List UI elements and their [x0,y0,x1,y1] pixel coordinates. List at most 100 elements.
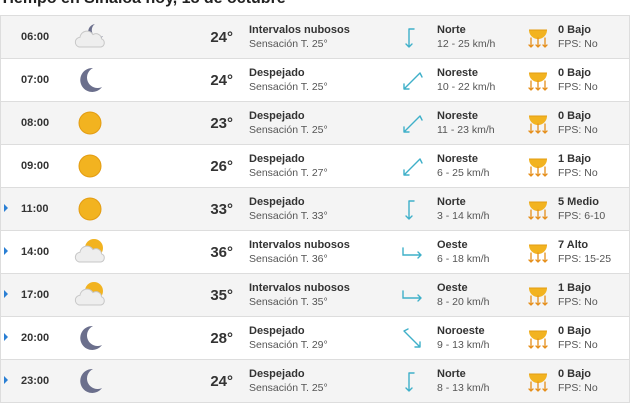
row-uv-index: 1 Bajo [558,282,592,294]
row-fps: FPS: No [558,81,598,93]
row-feels-like: Sensación T. 25° [249,38,328,50]
uv-index-icon [527,239,549,265]
row-temperature: 24° [210,373,233,390]
row-uv-index: 0 Bajo [558,325,592,337]
uv-index-icon [527,153,549,179]
expand-arrow-icon[interactable] [4,333,8,341]
expand-arrow-icon[interactable] [4,376,8,384]
row-temperature: 24° [210,72,233,89]
cloud-night-icon [73,22,107,52]
forecast-row-expandable[interactable]: 23:00 24° Despejado Sensación T. 25° Nort… [0,360,630,403]
uv-index-icon [527,196,549,222]
sun-cloud-icon [73,237,107,267]
row-fps: FPS: No [558,38,598,50]
row-wind-direction: Noroeste [437,325,485,337]
arrow-west-icon [399,283,425,309]
row-uv-index: 5 Medio [558,196,599,208]
page-title: Tiempo en Sinaloa hoy, 18 de octubre [0,0,286,8]
forecast-row: 06:00 24° Intervalos nubosos Sensación T.… [0,16,630,59]
row-condition: Despejado [249,153,305,165]
expand-arrow-icon[interactable] [4,247,8,255]
row-uv-index: 0 Bajo [558,67,592,79]
moon-icon [73,366,107,396]
row-condition: Despejado [249,110,305,122]
row-feels-like: Sensación T. 25° [249,81,328,93]
hourly-forecast-table: 06:00 24° Intervalos nubosos Sensación T.… [0,15,630,403]
row-temperature: 23° [210,115,233,132]
uv-index-icon [527,282,549,308]
row-time: 11:00 [21,203,49,215]
row-fps: FPS: No [558,124,598,136]
row-condition: Intervalos nubosos [249,282,350,294]
row-temperature: 35° [210,287,233,304]
uv-index-icon [527,24,549,50]
uv-index-icon [527,368,549,394]
row-wind-direction: Oeste [437,239,468,251]
row-feels-like: Sensación T. 29° [249,339,328,351]
row-condition: Despejado [249,325,305,337]
row-time: 14:00 [21,246,50,258]
row-fps: FPS: No [558,339,598,351]
row-wind-speed: 9 - 13 km/h [437,339,490,351]
row-time: 08:00 [21,117,50,129]
row-wind-direction: Norte [437,368,466,380]
row-feels-like: Sensación T. 33° [249,210,328,222]
row-feels-like: Sensación T. 36° [249,253,328,265]
forecast-row: 07:00 24° Despejado Sensación T. 25° Nore… [0,59,630,102]
row-feels-like: Sensación T. 27° [249,167,328,179]
row-fps: FPS: No [558,296,598,308]
row-wind-speed: 11 - 23 km/h [437,124,495,136]
row-temperature: 26° [210,158,233,175]
row-uv-index: 0 Bajo [558,110,592,122]
row-fps: FPS: No [558,167,598,179]
row-time: 07:00 [21,74,50,86]
forecast-row-expandable[interactable]: 14:00 36° Intervalos nubosos Sensación T.… [0,231,630,274]
arrow-northwest-icon [399,326,425,352]
row-wind-speed: 6 - 18 km/h [437,253,490,265]
uv-index-icon [527,67,549,93]
sun-icon [73,108,107,138]
sun-cloud-icon [73,280,107,310]
row-time: 20:00 [21,332,50,344]
row-time: 09:00 [21,160,50,172]
forecast-row-expandable[interactable]: 11:00 33° Despejado Sensación T. 33° Nort… [0,188,630,231]
row-temperature: 33° [210,201,233,218]
row-condition: Despejado [249,67,305,79]
row-wind-speed: 10 - 22 km/h [437,81,496,93]
row-wind-direction: Norte [437,24,466,36]
uv-index-icon [527,325,549,351]
row-wind-direction: Noreste [437,67,478,79]
row-wind-direction: Noreste [437,153,478,165]
row-temperature: 24° [210,29,233,46]
row-feels-like: Sensación T. 35° [249,296,328,308]
arrow-north-icon [399,369,425,395]
row-fps: FPS: 6-10 [558,210,606,222]
row-time: 06:00 [21,31,50,43]
row-wind-speed: 8 - 20 km/h [437,296,490,308]
moon-icon [73,323,107,353]
row-feels-like: Sensación T. 25° [249,382,328,394]
row-temperature: 36° [210,244,233,261]
uv-index-icon [527,110,549,136]
sun-icon [73,194,107,224]
row-wind-direction: Noreste [437,110,478,122]
row-wind-speed: 6 - 25 km/h [437,167,490,179]
row-wind-speed: 3 - 14 km/h [437,210,490,222]
arrow-west-icon [399,240,425,266]
arrow-north-icon [399,25,425,51]
expand-arrow-icon[interactable] [4,204,8,212]
forecast-row-expandable[interactable]: 20:00 28° Despejado Sensación T. 29° Noro… [0,317,630,360]
row-temperature: 28° [210,330,233,347]
expand-arrow-icon[interactable] [4,290,8,298]
moon-icon [73,65,107,95]
row-wind-speed: 8 - 13 km/h [437,382,490,394]
row-uv-index: 0 Bajo [558,368,592,380]
row-wind-direction: Oeste [437,282,468,294]
forecast-row: 08:00 23° Despejado Sensación T. 25° Nore… [0,102,630,145]
row-time: 17:00 [21,289,50,301]
row-condition: Intervalos nubosos [249,239,350,251]
row-time: 23:00 [21,375,50,387]
row-fps: FPS: No [558,382,598,394]
forecast-row-expandable[interactable]: 17:00 35° Intervalos nubosos Sensación T.… [0,274,630,317]
forecast-row: 09:00 26° Despejado Sensación T. 27° Nore… [0,145,630,188]
